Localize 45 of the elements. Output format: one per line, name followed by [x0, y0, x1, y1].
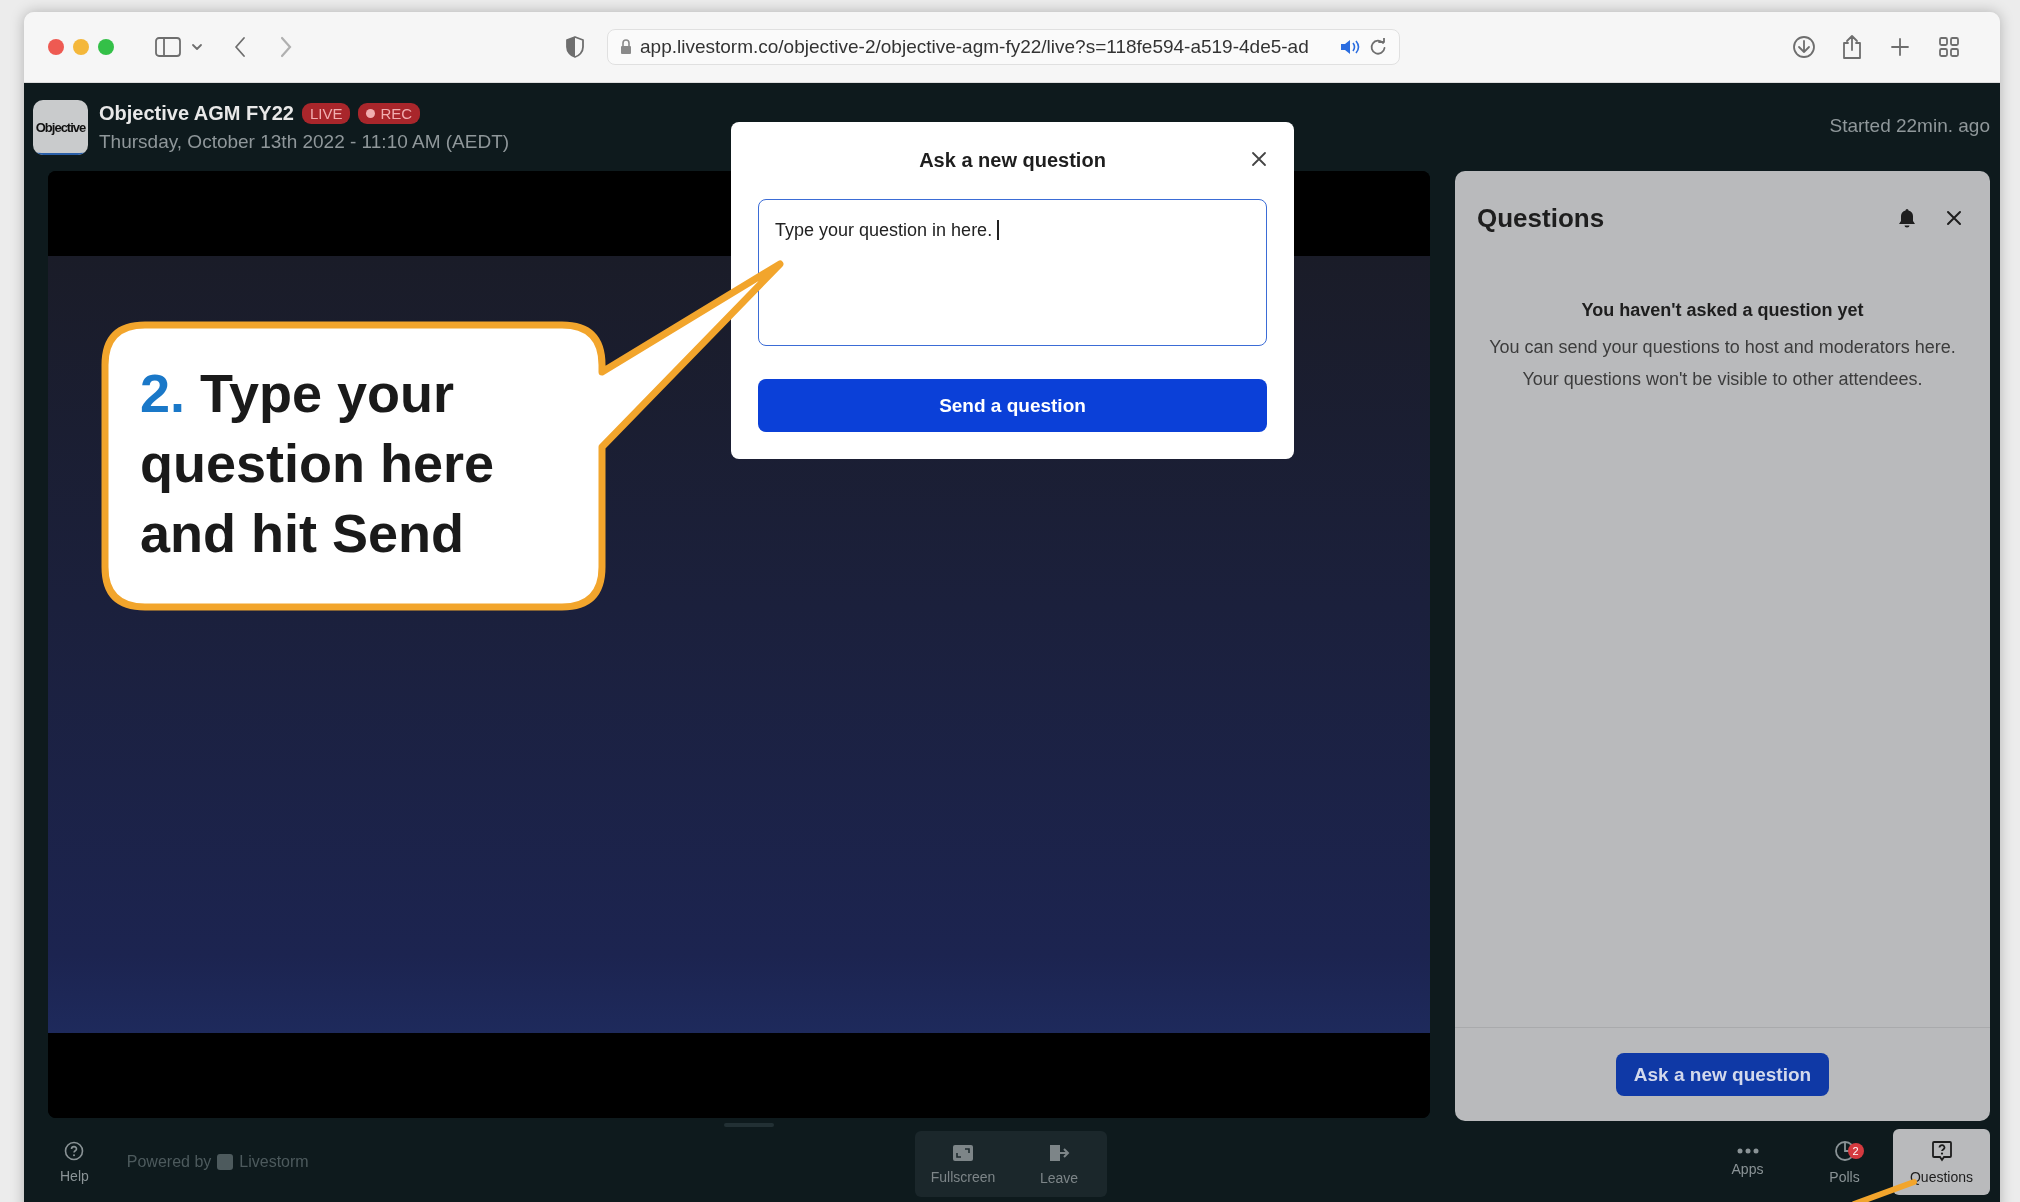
modal-title: Ask a new question [919, 149, 1106, 172]
close-window-icon[interactable] [48, 39, 64, 55]
live-badge: LIVE [301, 102, 351, 124]
questions-tab[interactable]: Questions [1893, 1129, 1990, 1195]
panel-title: Questions [1477, 202, 1605, 234]
livestorm-logo-icon [217, 1154, 234, 1170]
leave-button[interactable]: Leave [1011, 1131, 1107, 1197]
callout-text: 2. Type your question here and hit Send [140, 362, 496, 565]
chevron-down-icon[interactable] [191, 43, 203, 51]
download-icon[interactable] [1792, 35, 1816, 59]
send-question-button[interactable]: Send a question [758, 379, 1267, 432]
bell-icon[interactable] [1898, 208, 1916, 228]
question-bubble-icon [1930, 1139, 1953, 1162]
brand-name: Livestorm [239, 1153, 309, 1171]
share-icon[interactable] [1842, 34, 1862, 60]
event-date: Thursday, October 13th 2022 - 11:10 AM (AEDT) [99, 130, 510, 153]
polls-tab[interactable]: 2 Polls [1796, 1129, 1893, 1195]
reload-icon[interactable] [1369, 38, 1387, 56]
shield-icon[interactable] [565, 35, 585, 59]
lock-icon [620, 39, 632, 55]
powered-by-label: Powered by [126, 1153, 212, 1171]
recording-badge: REC [358, 102, 421, 124]
leave-icon [1048, 1142, 1070, 1163]
event-title: Objective AGM FY22 [99, 101, 294, 125]
ask-question-button[interactable]: Ask a new question [1615, 1053, 1830, 1096]
tab-overview-icon[interactable] [1938, 36, 1960, 58]
help-button[interactable]: Help [60, 1140, 89, 1184]
new-tab-icon[interactable] [1890, 37, 1910, 57]
sidebar-icon[interactable] [155, 37, 181, 57]
fullscreen-icon [952, 1143, 974, 1162]
notification-badge: 2 [1847, 1142, 1864, 1159]
elapsed-time: Started 22min. ago [1829, 115, 1990, 137]
question-input-field[interactable]: Type your question in here. [758, 199, 1267, 346]
event-logo: Objective [33, 99, 88, 155]
address-bar[interactable]: app.livestorm.co/objective-2/objective-agm-fy22/live?s=118fe594-a519-4de5-ad [607, 29, 1400, 65]
apps-tab[interactable]: Apps [1699, 1129, 1796, 1195]
fullscreen-button[interactable]: Fullscreen [915, 1131, 1011, 1197]
empty-state-text: You can send your questions to host and moderators here. Your questions won't be visible to other attendees. [1488, 336, 1957, 391]
back-icon[interactable] [233, 36, 247, 58]
more-dots-icon [1736, 1147, 1759, 1154]
close-icon[interactable] [1946, 210, 1962, 226]
empty-state-title: You haven't asked a question yet [1580, 300, 1865, 321]
close-icon[interactable] [1251, 151, 1267, 167]
help-icon [64, 1140, 85, 1161]
speaker-icon[interactable] [1339, 38, 1361, 56]
